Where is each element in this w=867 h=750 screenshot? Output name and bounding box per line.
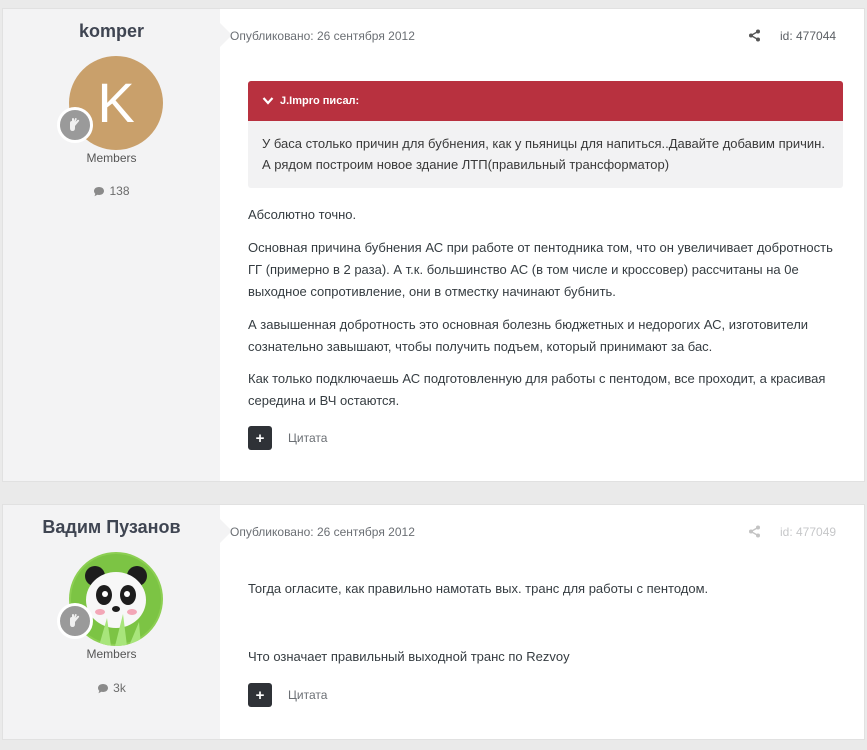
plus-icon: +	[255, 686, 265, 704]
post-id[interactable]: id: 477049	[780, 525, 836, 539]
share-icon[interactable]	[748, 525, 761, 543]
forum-post: Вадим Пузанов Members 3k Опубликовано: 2…	[2, 504, 865, 740]
author-name-link[interactable]: komper	[3, 21, 220, 42]
author-name-link[interactable]: Вадим Пузанов	[3, 517, 220, 538]
quote-button[interactable]: Цитата	[288, 688, 327, 702]
multiquote-button[interactable]: +	[248, 683, 272, 707]
post-id[interactable]: id: 477044	[780, 29, 836, 43]
post-count-value: 138	[109, 184, 130, 198]
quote-author: J.Impro писал:	[280, 95, 360, 107]
post-count-value: 3k	[113, 681, 126, 695]
quote-button[interactable]: Цитата	[288, 431, 327, 445]
post-paragraph: Как только подключаешь АС подготовленную…	[248, 371, 826, 408]
member-group: Members	[86, 647, 137, 661]
post-count[interactable]: 3k	[3, 681, 220, 695]
rank-badge-icon	[57, 603, 93, 639]
multiquote-button[interactable]: +	[248, 426, 272, 450]
chevron-down-icon	[262, 97, 274, 105]
post-paragraph: Основная причина бубнения АС при работе …	[248, 240, 833, 299]
author-panel: komper K Members 138	[3, 9, 232, 481]
quote-header[interactable]: J.Impro писал:	[248, 81, 843, 121]
comment-icon	[94, 187, 105, 197]
share-icon[interactable]	[748, 29, 761, 47]
quote-block: J.Impro писал: У баса столько причин для…	[248, 81, 843, 188]
post-count[interactable]: 138	[3, 184, 220, 198]
author-panel: Вадим Пузанов Members 3k	[3, 505, 232, 739]
plus-icon: +	[255, 429, 265, 447]
quote-text: У баса столько причин для бубнения, как …	[262, 136, 825, 172]
forum-post: komper K Members 138 Опубликовано: 26 се…	[2, 8, 865, 482]
post-paragraph: Абсолютно точно.	[248, 207, 357, 222]
post-date[interactable]: Опубликовано: 26 сентября 2012	[230, 29, 415, 43]
comment-icon	[98, 684, 109, 694]
post-paragraph: Тогда огласите, как правильно намотать в…	[248, 581, 709, 596]
post-date[interactable]: Опубликовано: 26 сентября 2012	[230, 525, 415, 539]
post-paragraph: А завышенная добротность это основная бо…	[248, 317, 809, 354]
member-group: Members	[86, 151, 137, 165]
rank-badge-icon	[57, 107, 93, 143]
post-paragraph: Что означает правильный выходной транс п…	[248, 649, 570, 664]
